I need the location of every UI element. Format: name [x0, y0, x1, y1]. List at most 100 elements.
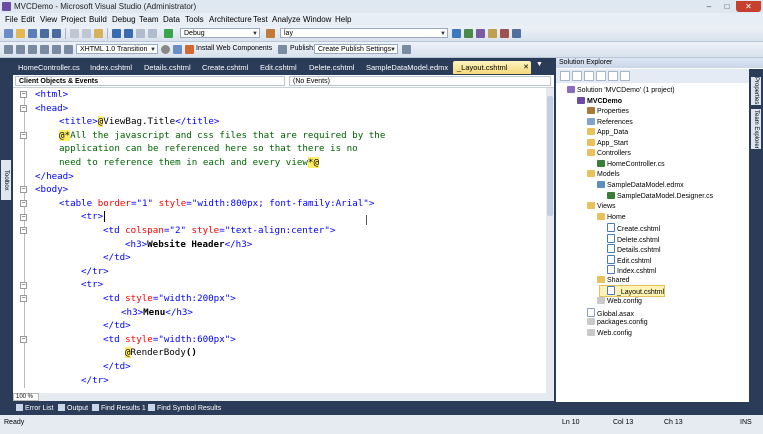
- save-icon[interactable]: [40, 29, 49, 38]
- tree-node[interactable]: Shared: [590, 275, 630, 286]
- solution-configuration-dropdown[interactable]: Debug ▼: [180, 28, 260, 38]
- tree-node[interactable]: Models: [580, 170, 620, 180]
- tree-node[interactable]: Details.cshtml: [600, 244, 661, 254]
- save-all-icon[interactable]: [52, 29, 61, 38]
- outdent-icon[interactable]: [16, 45, 25, 54]
- redo-icon[interactable]: [124, 29, 133, 38]
- tree-node[interactable]: Home: [590, 212, 626, 223]
- add-item-icon[interactable]: [28, 29, 37, 38]
- navigate-forward-icon[interactable]: [148, 29, 157, 38]
- tab-homecontroller-cs[interactable]: HomeController.cs: [14, 61, 84, 74]
- refresh-icon[interactable]: [584, 71, 594, 81]
- tab-index-cshtml[interactable]: Index.cshtml: [86, 61, 136, 74]
- scrollbar-thumb[interactable]: [547, 96, 553, 216]
- close-button[interactable]: ✕: [736, 1, 761, 12]
- tab-overflow-icon[interactable]: ▼: [536, 61, 543, 68]
- output-tab[interactable]: Output: [58, 404, 88, 414]
- format-document-icon[interactable]: [64, 45, 73, 54]
- menu-window[interactable]: Window: [303, 15, 331, 24]
- menu-analyze[interactable]: Analyze: [272, 15, 300, 24]
- error-list-tab[interactable]: Error List: [16, 404, 53, 414]
- maximize-button[interactable]: □: [718, 1, 736, 12]
- find-combo-input[interactable]: lay ▼: [280, 28, 448, 38]
- collapse-tr2-icon[interactable]: −: [20, 282, 27, 289]
- tree-node[interactable]: _Layout.cshtml: [598, 285, 666, 298]
- tree-node[interactable]: packages.config: [580, 318, 648, 328]
- menu-test[interactable]: Test: [253, 15, 268, 24]
- tree-node[interactable]: SampleDataModel.Designer.cs: [600, 191, 713, 202]
- cut-icon[interactable]: [70, 29, 79, 38]
- collapse-head-icon[interactable]: −: [20, 105, 27, 112]
- tree-node[interactable]: Delete.cshtml: [600, 233, 659, 244]
- publish-profile-dropdown[interactable]: Create Publish Settings ▼: [314, 44, 398, 54]
- toolbox-icon[interactable]: [500, 29, 509, 38]
- find-icon[interactable]: [266, 29, 275, 38]
- tree-node[interactable]: Views: [580, 202, 616, 212]
- collapse-comment-icon[interactable]: −: [20, 132, 27, 139]
- tree-node[interactable]: Create.cshtml: [600, 223, 660, 233]
- menu-tools[interactable]: Tools: [185, 15, 204, 24]
- menu-help[interactable]: Help: [335, 15, 351, 24]
- minimize-button[interactable]: –: [700, 1, 718, 12]
- tree-node[interactable]: App_Data: [580, 128, 628, 138]
- tree-node[interactable]: Web.config: [590, 297, 642, 307]
- tree-node[interactable]: SampleDataModel.edmx: [590, 180, 684, 191]
- navigate-back-icon[interactable]: [136, 29, 145, 38]
- close-tab-icon[interactable]: ✕: [523, 61, 529, 74]
- tree-node[interactable]: Controllers: [580, 149, 631, 159]
- tree-node[interactable]: Global.asax: [580, 307, 634, 318]
- start-page-icon[interactable]: [512, 29, 521, 38]
- start-debugging-icon[interactable]: [164, 29, 173, 38]
- collapse-td3-icon[interactable]: −: [20, 336, 27, 343]
- copy-icon[interactable]: [82, 29, 91, 38]
- editor-vertical-scrollbar[interactable]: [546, 88, 554, 393]
- collapse-table-icon[interactable]: −: [20, 200, 27, 207]
- menu-view[interactable]: View: [40, 15, 57, 24]
- properties-icon[interactable]: [560, 71, 570, 81]
- tree-node[interactable]: Index.cshtml: [600, 265, 656, 275]
- tab-layout-cshtml[interactable]: _Layout.cshtml ✕: [453, 61, 531, 74]
- tab-sampledatamodel-edmx[interactable]: SampleDataModel.edmx: [362, 61, 452, 74]
- tab-create-cshtml[interactable]: Create.cshtml: [198, 61, 252, 74]
- view-designer-icon[interactable]: [608, 71, 618, 81]
- menu-team[interactable]: Team: [139, 15, 159, 24]
- menu-edit[interactable]: Edit: [21, 15, 35, 24]
- publish-icon[interactable]: [402, 45, 411, 54]
- toolbox-tab[interactable]: Toolbox: [1, 160, 11, 200]
- paste-icon[interactable]: [94, 29, 103, 38]
- collapse-td-icon[interactable]: −: [20, 227, 27, 234]
- show-all-files-icon[interactable]: [572, 71, 582, 81]
- web-platform-installer-icon[interactable]: [185, 45, 194, 54]
- tab-delete-cshtml[interactable]: Delete.cshtml: [305, 61, 358, 74]
- tree-node[interactable]: HomeController.cs: [590, 159, 665, 170]
- uncomment-icon[interactable]: [40, 45, 49, 54]
- format-icon[interactable]: [173, 45, 182, 54]
- tree-node[interactable]: Solution 'MVCDemo' (1 project): [560, 86, 675, 96]
- indent-icon[interactable]: [4, 45, 13, 54]
- check-accessibility-icon[interactable]: [161, 45, 170, 54]
- tree-node[interactable]: Web.config: [580, 328, 632, 339]
- validation-schema-dropdown[interactable]: XHTML 1.0 Transition ▼: [76, 44, 158, 54]
- copy-website-icon[interactable]: [620, 71, 630, 81]
- publish-web-icon[interactable]: [278, 45, 287, 54]
- tree-node[interactable]: Properties: [580, 107, 629, 117]
- tree-node[interactable]: MVCDemo: [570, 96, 622, 107]
- zoom-dropdown[interactable]: 100 %: [13, 393, 39, 401]
- editor-horizontal-scrollbar[interactable]: 100 %: [13, 393, 554, 401]
- new-project-icon[interactable]: [4, 29, 13, 38]
- tree-node[interactable]: Edit.cshtml: [600, 254, 651, 265]
- install-web-components-button[interactable]: Install Web Components: [196, 45, 272, 52]
- tab-edit-cshtml[interactable]: Edit.cshtml: [256, 61, 301, 74]
- tab-details-cshtml[interactable]: Details.cshtml: [140, 61, 195, 74]
- undo-icon[interactable]: [112, 29, 121, 38]
- bookmark-icon[interactable]: [52, 45, 61, 54]
- client-objects-dropdown[interactable]: Client Objects & Events: [15, 76, 285, 86]
- menu-architecture[interactable]: Architecture: [209, 15, 252, 24]
- collapse-tr-icon[interactable]: −: [20, 214, 27, 221]
- collapse-body-icon[interactable]: −: [20, 186, 27, 193]
- solution-explorer-icon[interactable]: [464, 29, 473, 38]
- menu-project[interactable]: Project: [61, 15, 86, 24]
- code-editor[interactable]: − − − − − − − − − − <html> <head> <title…: [13, 88, 554, 393]
- view-code-icon[interactable]: [596, 71, 606, 81]
- team-explorer-side-tab[interactable]: Team Explorer: [751, 109, 761, 149]
